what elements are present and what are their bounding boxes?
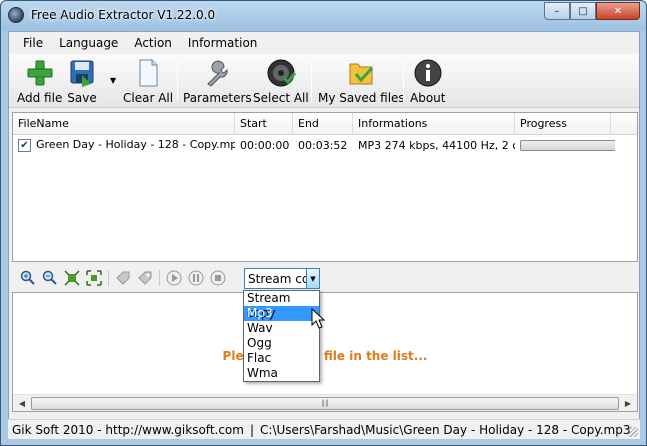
stop-icon[interactable] xyxy=(210,270,226,286)
menu-language[interactable]: Language xyxy=(51,32,126,54)
parameters-label: Parameters xyxy=(183,91,252,105)
window-controls: – □ ✕ xyxy=(544,2,640,20)
clear-all-label: Clear All xyxy=(123,91,174,105)
tag-icon[interactable] xyxy=(115,270,131,286)
select-all-button[interactable]: Select All xyxy=(253,58,309,106)
maximize-icon: □ xyxy=(578,5,588,17)
empty-message-right: e file in the list... xyxy=(311,349,428,363)
mouse-cursor-icon xyxy=(311,308,326,329)
add-file-label: Add file xyxy=(17,91,63,105)
toolbar: Add file Save ▼ Clear All Parameters Sel… xyxy=(9,54,639,108)
scroll-left-icon[interactable]: ◀ xyxy=(14,396,30,411)
minimize-icon: – xyxy=(554,5,560,17)
save-label: Save xyxy=(67,91,97,105)
progress-bar xyxy=(520,139,615,151)
format-option-wav[interactable]: Wav xyxy=(244,321,319,336)
zoom-in-icon[interactable] xyxy=(20,270,36,286)
resize-grip[interactable] xyxy=(628,427,638,437)
menu-information[interactable]: Information xyxy=(180,32,265,54)
table-row[interactable]: ✔ Green Day - Holiday - 128 - Copy.mp3 00… xyxy=(13,135,637,155)
close-button[interactable]: ✕ xyxy=(596,2,640,20)
save-icon xyxy=(70,60,94,87)
about-button[interactable]: About xyxy=(410,58,445,106)
control-bar: Stream cc ▼ xyxy=(12,266,638,290)
document-icon xyxy=(139,59,158,87)
save-dropdown-icon[interactable]: ▼ xyxy=(110,76,116,85)
status-bar: Gik Soft 2010 - http://www.giksoft.com |… xyxy=(8,419,640,439)
filename-cell: ✔ Green Day - Holiday - 128 - Copy.mp3 xyxy=(13,138,235,152)
client-area: File Language Action Information Add fil… xyxy=(8,31,640,439)
app-window: Free Audio Extractor V1.22.0.0 – □ ✕ Fil… xyxy=(0,0,647,446)
about-label: About xyxy=(410,91,446,105)
format-option-stream-copy[interactable]: Stream copy xyxy=(244,291,319,320)
horizontal-scrollbar[interactable]: ◀ ‖‖ ▶ xyxy=(13,394,637,411)
column-end[interactable]: End xyxy=(293,113,353,135)
toolbar-separator xyxy=(311,60,312,102)
add-icon xyxy=(27,60,53,86)
wrench-icon xyxy=(207,60,228,87)
file-list: FileName Start End Informations Progress… xyxy=(12,112,638,262)
status-separator: | xyxy=(249,422,255,437)
format-option-ogg[interactable]: Ogg xyxy=(244,336,319,351)
end-cell: 00:03:52 xyxy=(298,138,348,152)
save-button[interactable]: Save xyxy=(67,58,97,106)
title-bar[interactable]: Free Audio Extractor V1.22.0.0 – □ ✕ xyxy=(1,1,646,31)
control-separator xyxy=(159,270,160,286)
format-dropdown-list: Stream copy Mp3 Wav Ogg Flac Wma xyxy=(243,290,320,382)
format-option-wma[interactable]: Wma xyxy=(244,366,319,381)
toolbar-separator xyxy=(403,60,404,102)
menu-file[interactable]: File xyxy=(15,32,51,54)
format-option-flac[interactable]: Flac xyxy=(244,351,319,366)
window-title: Free Audio Extractor V1.22.0.0 xyxy=(31,8,216,22)
my-saved-files-button[interactable]: My Saved files xyxy=(318,58,405,106)
minimize-button[interactable]: – xyxy=(544,2,570,20)
chevron-down-icon[interactable]: ▼ xyxy=(306,269,319,288)
my-saved-files-label: My Saved files xyxy=(318,91,405,105)
maximize-button[interactable]: □ xyxy=(570,2,596,20)
folder-icon xyxy=(349,63,374,85)
add-file-button[interactable]: Add file xyxy=(17,58,62,106)
menu-bar: File Language Action Information xyxy=(9,32,639,54)
info-icon xyxy=(414,59,442,87)
scrollbar-thumb[interactable]: ‖‖ xyxy=(31,397,619,410)
play-icon[interactable] xyxy=(166,270,182,286)
empty-message: Ple e file in the list... xyxy=(13,349,637,363)
close-icon: ✕ xyxy=(613,5,623,17)
status-company: Gik Soft 2010 - http://www.giksoft.com xyxy=(12,422,244,437)
fit-icon[interactable] xyxy=(64,270,80,286)
menu-action[interactable]: Action xyxy=(126,32,180,54)
zoom-out-icon[interactable] xyxy=(42,270,58,286)
empty-message-left: Ple xyxy=(222,349,244,363)
status-path: C:\Users\Farshad\Music\Green Day - Holid… xyxy=(260,422,631,437)
pause-icon[interactable] xyxy=(188,270,204,286)
format-option-mp3[interactable]: Mp3 xyxy=(244,306,319,321)
column-informations[interactable]: Informations xyxy=(353,113,515,135)
progress-cell xyxy=(515,139,615,151)
start-cell: 00:00:00 xyxy=(240,138,290,152)
toolbar-separator xyxy=(177,60,178,102)
tag-remove-icon[interactable] xyxy=(137,270,153,286)
checkmark-icon: ✔ xyxy=(20,139,29,151)
app-icon[interactable] xyxy=(8,7,24,23)
column-start[interactable]: Start xyxy=(235,113,293,135)
format-select-value: Stream cc xyxy=(248,272,309,286)
expand-icon[interactable] xyxy=(86,270,102,286)
row-checkbox[interactable]: ✔ xyxy=(18,138,31,152)
clear-all-button[interactable]: Clear All xyxy=(123,58,173,106)
filename-text: Green Day - Holiday - 128 - Copy.mp3 xyxy=(36,138,235,152)
file-list-header: FileName Start End Informations Progress xyxy=(13,113,637,135)
column-filename[interactable]: FileName xyxy=(13,113,235,135)
info-cell: MP3 274 kbps, 44100 Hz, 2 c... xyxy=(358,138,515,152)
control-separator xyxy=(108,270,109,286)
scroll-right-icon[interactable]: ▶ xyxy=(620,396,636,411)
select-all-label: Select All xyxy=(253,91,309,105)
parameters-button[interactable]: Parameters xyxy=(183,58,252,106)
speaker-icon xyxy=(267,59,296,87)
format-select[interactable]: Stream cc ▼ xyxy=(244,268,320,289)
column-filler xyxy=(611,113,637,135)
column-progress[interactable]: Progress xyxy=(515,113,611,135)
